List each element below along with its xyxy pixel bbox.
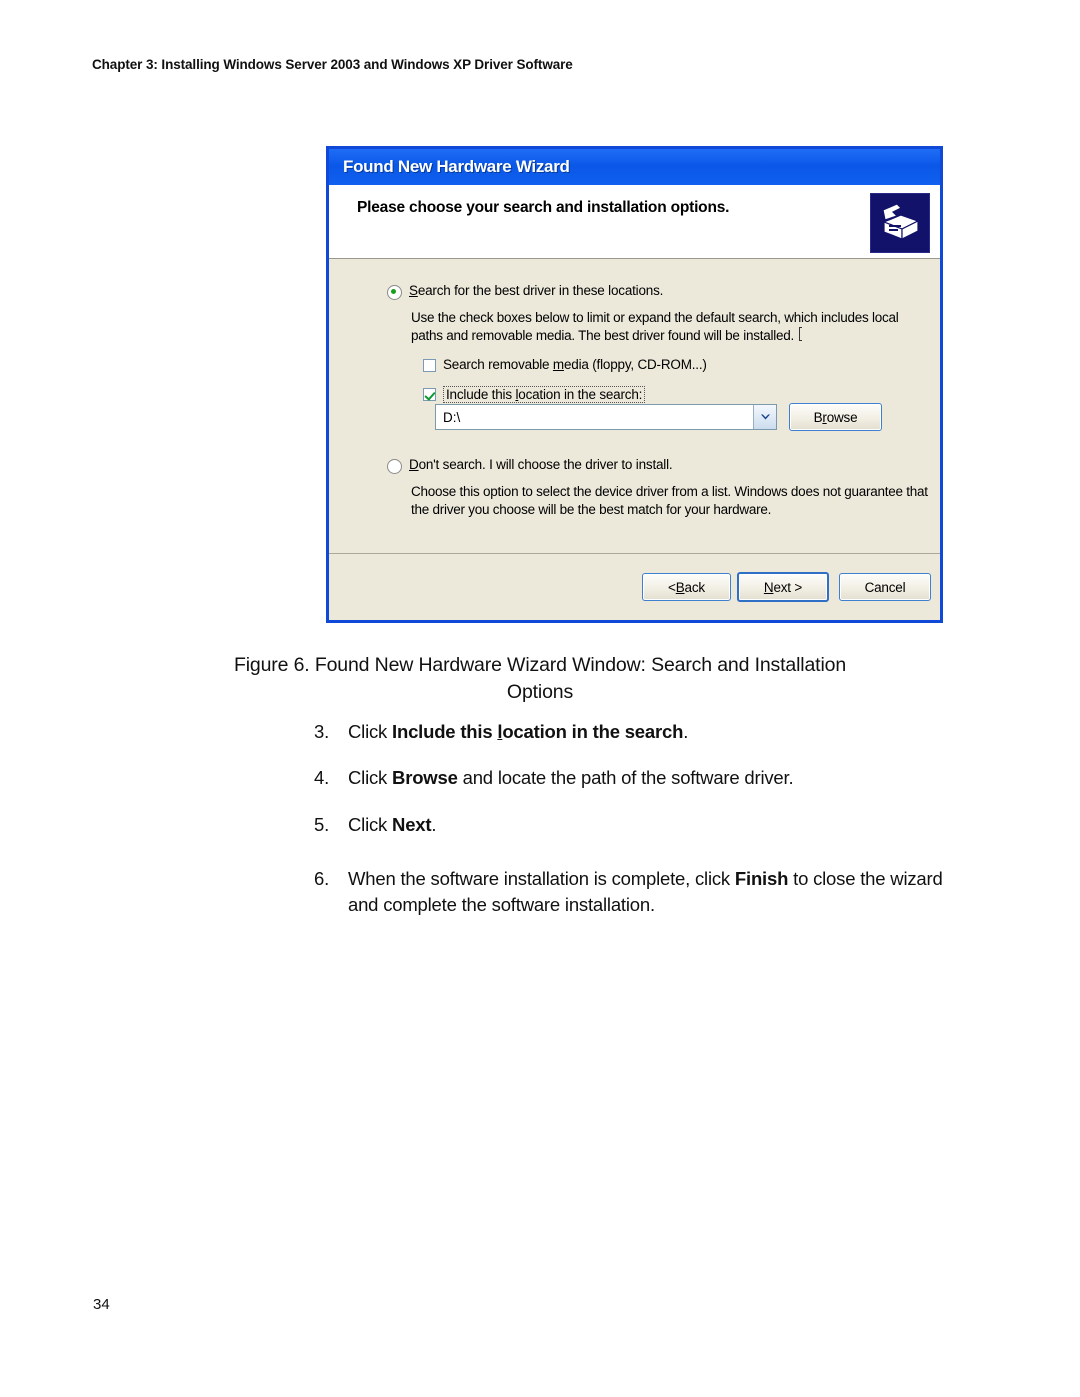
label-pre: Search removable <box>443 357 553 372</box>
location-combobox[interactable]: D:\ <box>435 404 777 430</box>
dialog-header-title: Please choose your search and installati… <box>357 199 730 216</box>
step-bold: Next <box>392 813 432 835</box>
step-bold-pre: Include this <box>392 721 498 742</box>
dont-search-description: Choose this option to select the device … <box>411 484 928 517</box>
running-head: Chapter 3: Installing Windows Server 200… <box>92 57 573 72</box>
step-post: . <box>431 813 437 835</box>
step-bold: Browse <box>392 767 458 789</box>
label-rest: ext > <box>773 579 803 595</box>
dialog-title: Found New Hardware Wizard <box>343 157 570 176</box>
figure-caption: Figure 6. Found New Hardware Wizard Wind… <box>150 652 930 705</box>
dialog-titlebar: Found New Hardware Wizard <box>329 149 940 185</box>
search-best-driver-description: Use the check boxes below to limit or ex… <box>411 310 899 343</box>
accel-char: N <box>763 579 774 595</box>
radio-dont-search-label: Don't search. I will choose the driver t… <box>409 457 673 472</box>
label-rest: on't search. I will choose the driver to… <box>418 457 673 472</box>
step-number: 3. <box>314 721 330 742</box>
step-pre: Click <box>348 767 393 789</box>
checkbox-search-removable-media-label: Search removable media (floppy, CD-ROM..… <box>443 357 707 372</box>
step-pre: Click <box>348 813 393 835</box>
step-number: 6. <box>314 867 330 889</box>
step-bold: Finish <box>734 867 789 889</box>
step-text: Click Browse and locate the path of the … <box>348 765 794 791</box>
step-post: . <box>683 721 689 742</box>
step-post: and locate the path of the software driv… <box>457 767 794 789</box>
cancel-button[interactable]: Cancel <box>839 573 931 601</box>
step-pre: Click <box>348 721 393 742</box>
checkbox-indicator-checked <box>423 388 436 401</box>
label-rest: ack <box>684 579 706 595</box>
figure-caption-line2: Options <box>506 680 574 703</box>
chevron-down-icon[interactable] <box>753 405 776 429</box>
instruction-steps: 3. Click Include this location in the se… <box>314 719 954 940</box>
back-button[interactable]: < Back <box>642 573 731 601</box>
page-number: 34 <box>93 1296 110 1313</box>
step-item: 6. When the software installation is com… <box>314 866 954 919</box>
step-bold-post: ocation in the search <box>502 721 684 742</box>
accel-char: m <box>552 357 564 372</box>
step-pre: When the software installation is comple… <box>348 867 735 889</box>
label-rest: earch for the best driver in these locat… <box>417 283 664 298</box>
radio-search-best-driver[interactable]: Search for the best driver in these loca… <box>387 283 663 300</box>
browse-button[interactable]: Br owse <box>789 403 882 431</box>
step-text: Click Next. <box>348 812 436 838</box>
hardware-wizard-icon <box>870 193 930 253</box>
location-combobox-value: D:\ <box>443 409 461 425</box>
text-cursor <box>798 326 802 341</box>
step-number: 5. <box>314 813 330 835</box>
checkbox-include-this-location[interactable]: Include this location in the search: <box>423 386 646 403</box>
figure-caption-line1: Figure 6. Found New Hardware Wizard Wind… <box>233 654 847 676</box>
radio-search-best-driver-label: Search for the best driver in these loca… <box>409 283 663 298</box>
dialog-header-band: Please choose your search and installati… <box>329 185 940 259</box>
checkbox-indicator-unchecked <box>423 359 436 372</box>
step-item: 4. Click Browse and locate the path of t… <box>314 765 954 791</box>
radio-indicator-unselected <box>387 459 402 474</box>
radio-dont-search[interactable]: Don't search. I will choose the driver t… <box>387 457 673 474</box>
label-rest: owse <box>826 409 858 425</box>
radio-indicator-selected <box>387 285 402 300</box>
label-rest: edia (floppy, CD-ROM...) <box>563 357 707 372</box>
label-pre: < <box>668 579 676 595</box>
accel-char: D <box>409 457 419 472</box>
accel-char: S <box>409 283 418 298</box>
label-pre: Include this <box>446 387 516 402</box>
step-number: 4. <box>314 767 330 789</box>
checkbox-search-removable-media[interactable]: Search removable media (floppy, CD-ROM..… <box>423 357 707 372</box>
label-pre: B <box>813 409 823 425</box>
dialog-footer: < Back Next > Cancel <box>329 554 940 620</box>
accel-char: B <box>675 579 685 595</box>
label-rest: ocation in the search: <box>518 387 643 402</box>
step-text: Click Include this location in the searc… <box>348 719 688 745</box>
found-new-hardware-wizard-dialog: Found New Hardware Wizard Please choose … <box>326 146 943 623</box>
step-item: 5. Click Next. <box>314 812 954 838</box>
step-text: When the software installation is comple… <box>348 866 954 919</box>
checkbox-include-this-location-label: Include this location in the search: <box>443 386 646 403</box>
next-button[interactable]: Next > <box>737 572 829 602</box>
step-item: 3. Click Include this location in the se… <box>314 719 954 745</box>
